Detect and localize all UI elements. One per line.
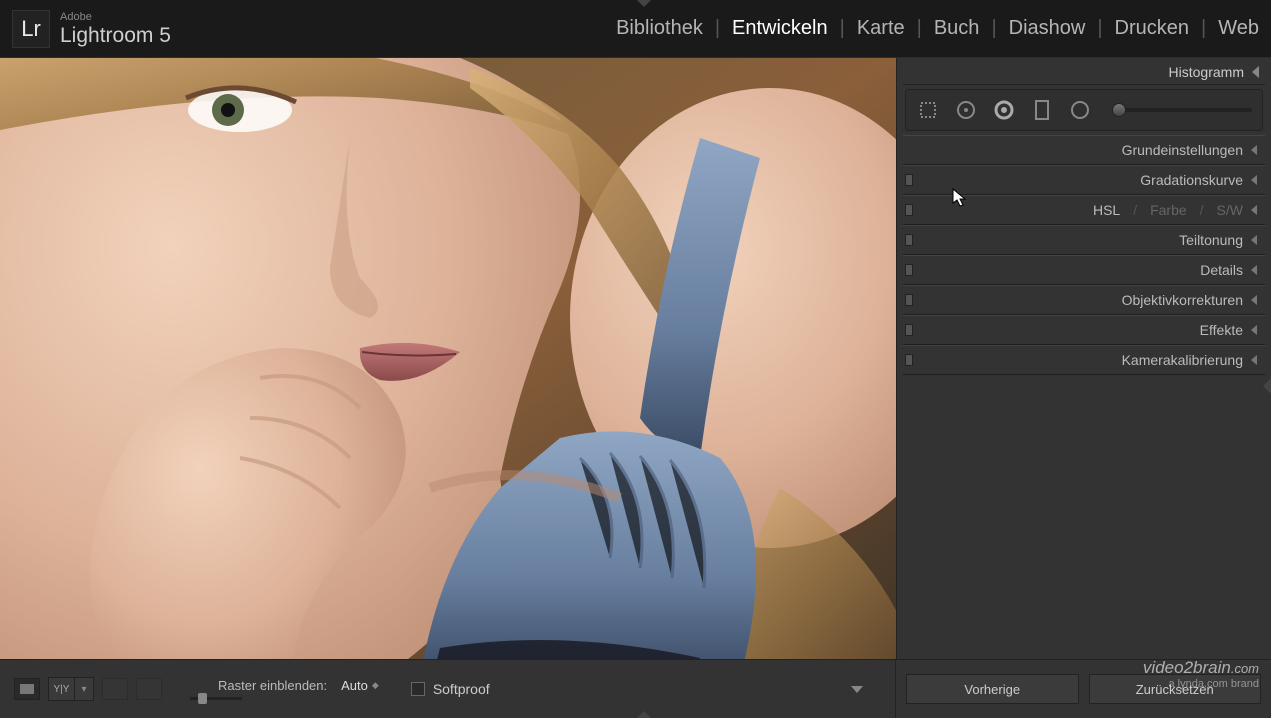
collapse-icon	[1251, 205, 1257, 215]
softproof-label: Softproof	[433, 681, 490, 697]
module-karte[interactable]: Karte	[857, 17, 905, 40]
panel-gradationskurve[interactable]: Gradationskurve	[903, 165, 1265, 195]
panel-label-farbe[interactable]: Farbe	[1150, 202, 1187, 218]
module-diashow[interactable]: Diashow	[1009, 17, 1086, 40]
module-buch[interactable]: Buch	[934, 17, 980, 40]
panel-switch[interactable]	[905, 174, 913, 186]
toolbar-expander[interactable]	[851, 686, 863, 693]
panel-effekte[interactable]: Effekte	[903, 315, 1265, 345]
slider-knob[interactable]	[1112, 103, 1126, 117]
collapse-icon	[1251, 265, 1257, 275]
panel-label: Gradationskurve	[1140, 172, 1243, 188]
app-identity: Lr Adobe Lightroom 5	[12, 10, 171, 48]
collapse-icon	[1251, 355, 1257, 365]
panel-teiltonung[interactable]: Teiltonung	[903, 225, 1265, 255]
checkbox-icon[interactable]	[411, 682, 425, 696]
collapse-icon	[1251, 295, 1257, 305]
panel-kamerakalibrierung[interactable]: Kamerakalibrierung	[903, 345, 1265, 375]
brush-size-slider[interactable]	[1112, 108, 1252, 112]
module-drucken[interactable]: Drucken	[1115, 17, 1189, 40]
panel-label: Kamerakalibrierung	[1122, 352, 1243, 368]
title-bar: Lr Adobe Lightroom 5 Bibliothek| Entwick…	[0, 0, 1271, 58]
app-name: Lightroom 5	[60, 25, 171, 46]
swap-button[interactable]	[102, 678, 128, 700]
before-after-lr-button[interactable]: Y|Y	[49, 678, 75, 700]
top-panel-toggle[interactable]	[636, 0, 652, 7]
main-area: Histogramm Grundeinstellungen	[0, 58, 1271, 659]
loupe-view-button[interactable]	[14, 678, 40, 700]
panel-switch[interactable]	[905, 264, 913, 276]
collapse-icon	[1251, 175, 1257, 185]
filmstrip-toggle[interactable]	[636, 711, 652, 718]
panel-switch[interactable]	[905, 294, 913, 306]
softproof-toggle[interactable]: Softproof	[411, 681, 490, 697]
panel-details[interactable]: Details	[903, 255, 1265, 285]
before-after-cycle-button[interactable]: ▾	[75, 678, 93, 700]
grid-overlay-dropdown[interactable]: Auto◆	[341, 678, 379, 693]
panel-label-hsl[interactable]: HSL	[1093, 202, 1120, 218]
loupe-view[interactable]	[0, 58, 896, 659]
module-bibliothek[interactable]: Bibliothek	[616, 17, 703, 40]
panel-objektivkorrekturen[interactable]: Objektivkorrekturen	[903, 285, 1265, 315]
panel-switch[interactable]	[905, 324, 913, 336]
module-web[interactable]: Web	[1218, 17, 1259, 40]
grid-size-slider[interactable]	[190, 697, 242, 700]
panel-label: Histogramm	[1169, 64, 1244, 80]
panel-switch[interactable]	[905, 354, 913, 366]
graduated-filter-tool[interactable]	[1030, 98, 1054, 122]
develop-toolstrip	[905, 89, 1263, 131]
reset-button[interactable]: Zurücksetzen	[1089, 674, 1262, 704]
collapse-icon	[1252, 66, 1259, 78]
app-logo: Lr	[12, 10, 50, 48]
panel-label-sw[interactable]: S/W	[1217, 202, 1243, 218]
spot-removal-tool[interactable]	[954, 98, 978, 122]
crop-tool[interactable]	[916, 98, 940, 122]
panel-label: Teiltonung	[1179, 232, 1243, 248]
panel-label: Grundeinstellungen	[1122, 142, 1243, 158]
panel-label: Effekte	[1200, 322, 1243, 338]
previous-button[interactable]: Vorherige	[906, 674, 1079, 704]
collapse-icon	[1251, 235, 1257, 245]
panel-switch[interactable]	[905, 234, 913, 246]
bottom-toolbar: Y|Y ▾ Raster einblenden: Auto◆ Softproof…	[0, 659, 1271, 718]
grid-overlay-label: Raster einblenden:	[218, 678, 327, 693]
panel-histogram[interactable]: Histogramm	[903, 59, 1265, 85]
vendor-label: Adobe	[60, 12, 171, 23]
copy-settings-button[interactable]	[136, 678, 162, 700]
panel-switch[interactable]	[905, 204, 913, 216]
collapse-icon	[1251, 145, 1257, 155]
redeye-tool[interactable]	[992, 98, 1016, 122]
panel-grundeinstellungen[interactable]: Grundeinstellungen	[903, 135, 1265, 165]
module-picker: Bibliothek| Entwickeln| Karte| Buch| Dia…	[616, 17, 1259, 40]
panel-label: Objektivkorrekturen	[1122, 292, 1243, 308]
compare-view-group: Y|Y ▾	[48, 677, 94, 701]
collapse-icon	[1251, 325, 1257, 335]
module-entwickeln[interactable]: Entwickeln	[732, 17, 828, 40]
radial-filter-tool[interactable]	[1068, 98, 1092, 122]
panel-hsl-farbe-sw[interactable]: HSL / Farbe / S/W	[903, 195, 1265, 225]
right-panel-toggle[interactable]	[1263, 378, 1271, 394]
right-panel-group: Histogramm Grundeinstellungen	[896, 58, 1271, 659]
panel-label: Details	[1200, 262, 1243, 278]
